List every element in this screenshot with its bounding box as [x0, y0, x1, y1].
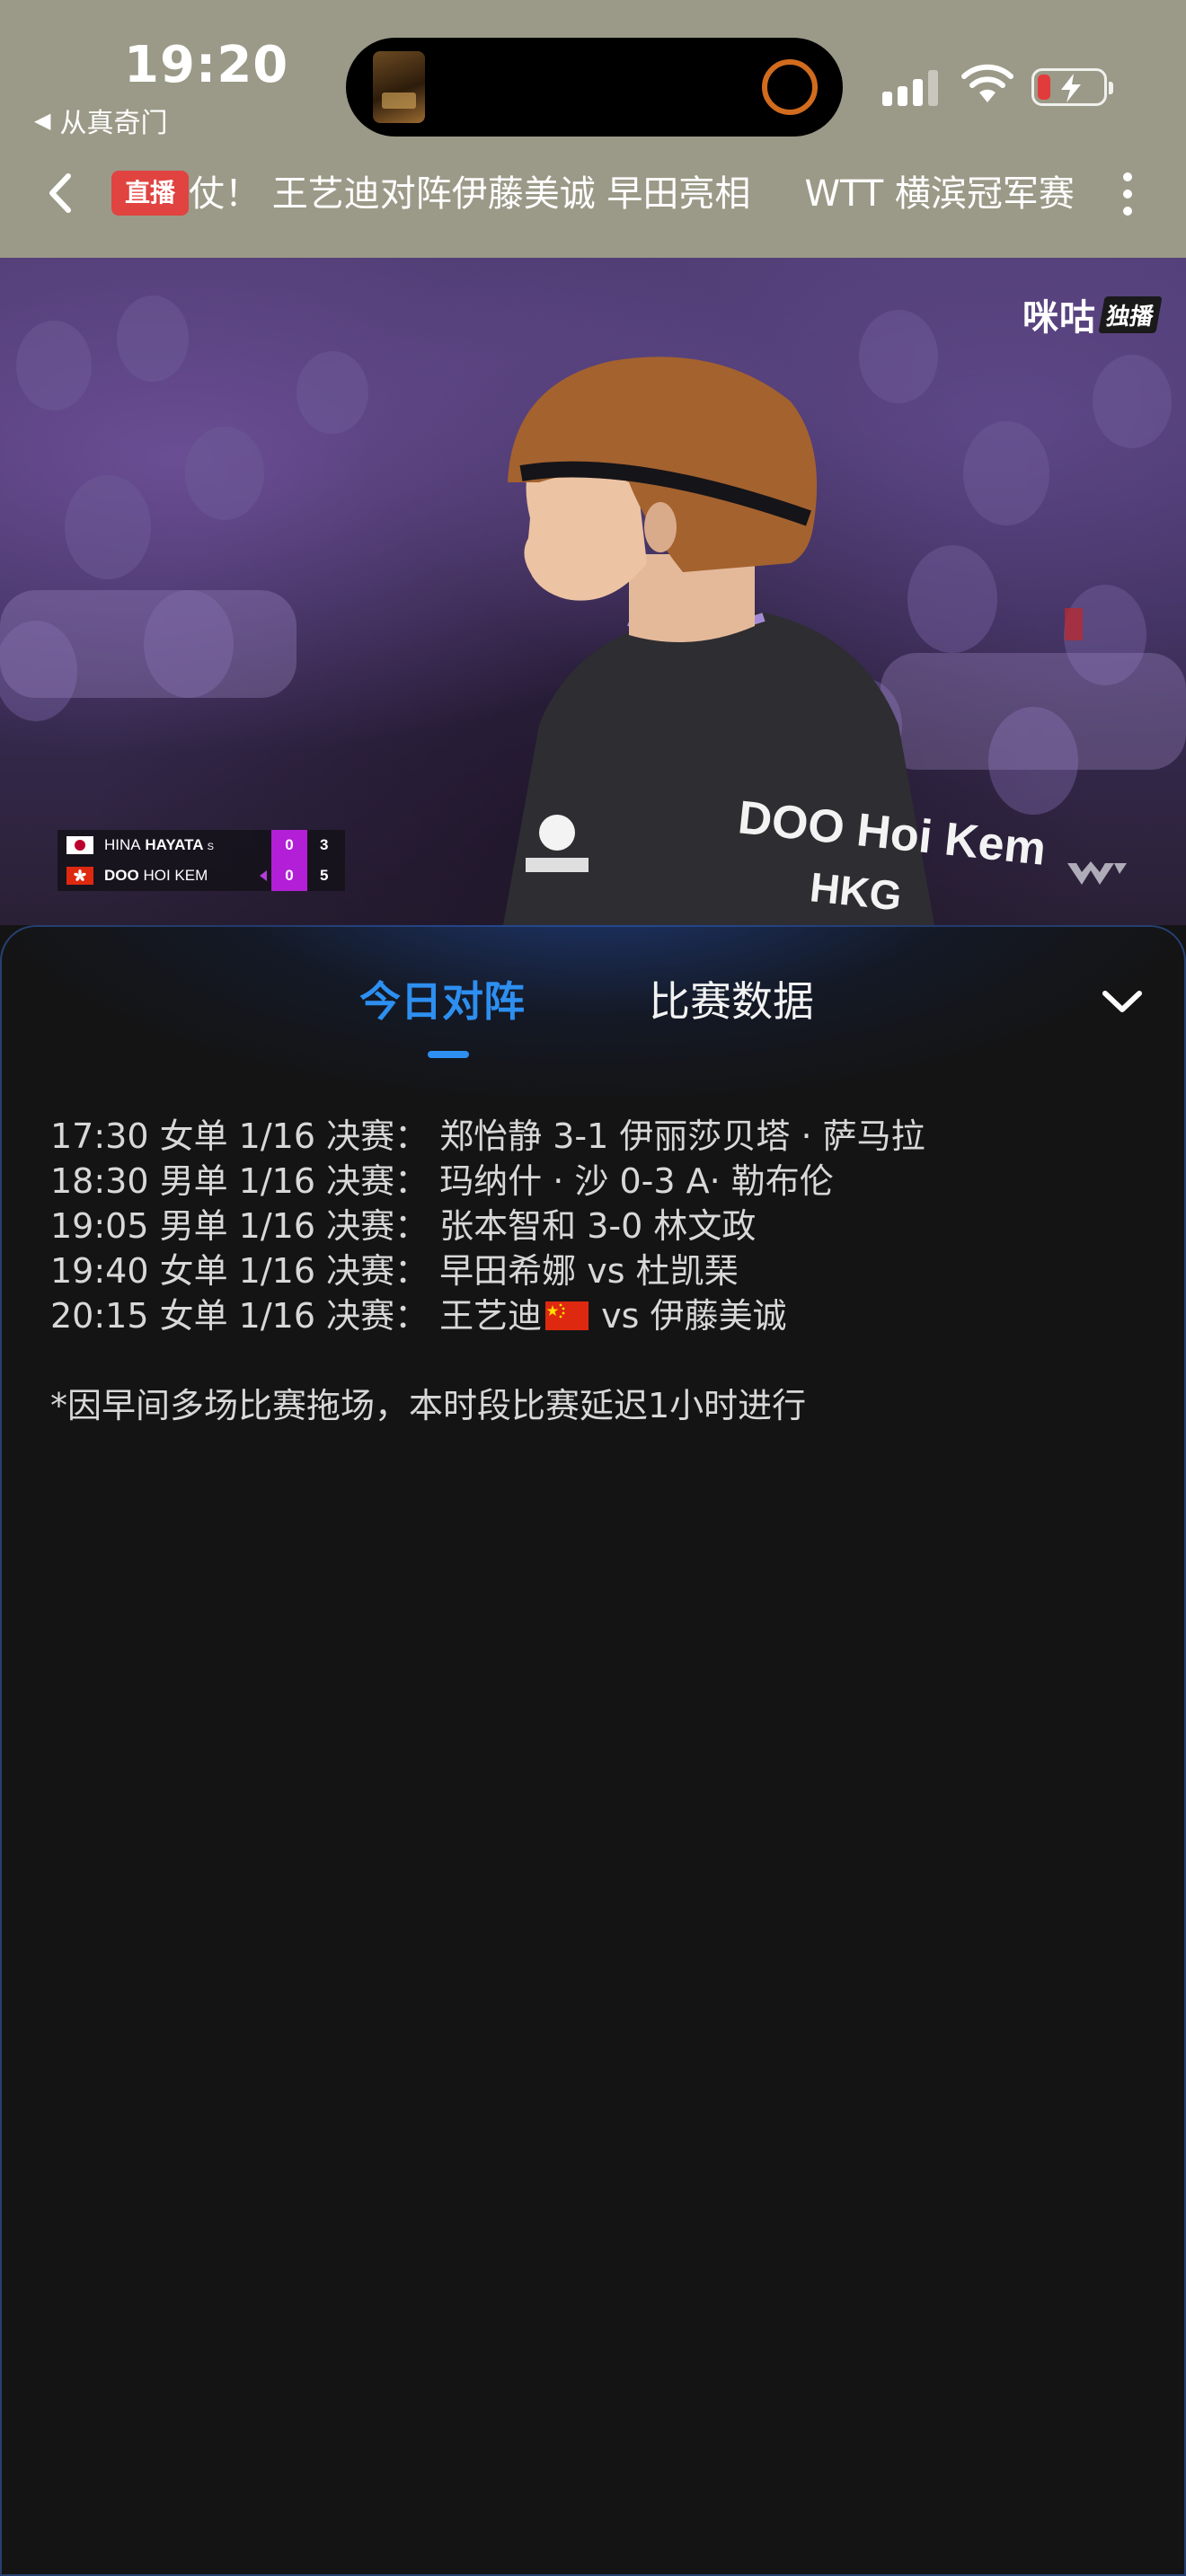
chevron-left-icon[interactable] [43, 171, 79, 216]
delay-note: *因早间多场比赛拖场，本时段比赛延迟1小时进行 [50, 1386, 807, 1425]
schedule-item: 19:40 女单 1/16 决赛： 早田希娜 vs 杜凯琹 [50, 1251, 739, 1291]
triangle-left-icon: ◀ [34, 108, 51, 133]
now-playing-thumbnail [373, 51, 425, 123]
svg-text:HKG: HKG [808, 863, 904, 919]
dynamic-island[interactable] [346, 38, 843, 137]
player-figure: DOO Hoi Kem HKG [503, 357, 1049, 925]
china-flag-icon [545, 1301, 589, 1330]
watermark-brand: 咪咕 [1022, 297, 1096, 339]
player2-points: 5 [320, 867, 329, 884]
status-time: 19:20 [124, 36, 289, 94]
schedule-item: 19:05 男单 1/16 决赛： 张本智和 3-0 林文政 [50, 1206, 757, 1246]
player1-name: HINA HAYATA S [104, 836, 214, 853]
battery-level [1038, 75, 1050, 100]
schedule-item-text: vs 伊藤美诚 [601, 1296, 787, 1336]
top-header-area: 19:20 ◀ 从真奇门 直播 仗！ 王艺迪对阵伊藤美诚 早田亮相 WTT 横滨冠… [0, 0, 1186, 258]
schedule-item: 20:15 女单 1/16 决赛： 王艺迪 vs 伊藤美诚 [50, 1293, 1137, 1338]
wifi-icon [961, 64, 1013, 102]
ticker-segment-1: 仗！ 王艺迪对阵伊藤美诚 早田亮相 [189, 173, 751, 215]
player2-games: 0 [271, 860, 307, 891]
activity-ring-icon [762, 59, 818, 115]
player1-games: 0 [271, 830, 307, 860]
back-to-app-link[interactable]: ◀ 从真奇门 [34, 101, 167, 140]
wtt-logo-icon [1067, 861, 1127, 885]
migu-watermark: 咪咕 独播 [1022, 288, 1163, 340]
scoreboard: HINA HAYATA S 0 3 DOO HOI KEM 0 5 [58, 830, 345, 891]
tab-match-stats[interactable]: 比赛数据 [649, 970, 814, 1033]
serve-indicator-icon [260, 870, 267, 881]
player1-points: 3 [320, 836, 329, 853]
schedule-item-text: 20:15 女单 1/16 决赛： 王艺迪 [50, 1296, 543, 1336]
battery-charging-icon [1031, 68, 1113, 106]
back-to-app-label: 从真奇门 [59, 108, 168, 139]
scoreboard-row-player2: DOO HOI KEM 0 5 [58, 860, 345, 891]
title-ticker: 仗！ 王艺迪对阵伊藤美诚 早田亮相 WTT 横滨冠军赛 [189, 167, 1078, 221]
hk-flag-icon [66, 867, 93, 885]
tab-today-matches[interactable]: 今日对阵 [359, 970, 525, 1033]
jp-flag-icon [66, 836, 93, 854]
video-player[interactable]: DOO Hoi Kem HKG 咪咕 独播 HINA HAYATA S 0 3 [0, 258, 1186, 925]
active-tab-indicator [428, 1051, 469, 1058]
watermark-exclusive: 独播 [1098, 296, 1163, 333]
ticker-segment-2: WTT 横滨冠军赛 [804, 173, 1075, 215]
schedule-item: 18:30 男单 1/16 决赛： 玛纳什 · 沙 0-3 A· 勒布伦 [50, 1161, 834, 1201]
live-badge: 直播 [111, 171, 189, 216]
schedule-sheet: 今日对阵 比赛数据 17:30 女单 1/16 决赛： 郑怡静 3-1 伊丽莎贝… [0, 925, 1186, 2576]
schedule-item: 17:30 女单 1/16 决赛： 郑怡静 3-1 伊丽莎贝塔 · 萨马拉 [50, 1116, 925, 1156]
chevron-down-icon[interactable] [1098, 984, 1146, 1020]
scoreboard-row-player1: HINA HAYATA S 0 3 [58, 830, 345, 860]
more-vertical-icon[interactable] [1114, 167, 1141, 221]
schedule-list: 17:30 女单 1/16 决赛： 郑怡静 3-1 伊丽莎贝塔 · 萨马拉 18… [50, 1114, 1137, 1338]
cellular-signal-icon [882, 66, 942, 106]
player2-name: DOO HOI KEM [104, 867, 208, 884]
